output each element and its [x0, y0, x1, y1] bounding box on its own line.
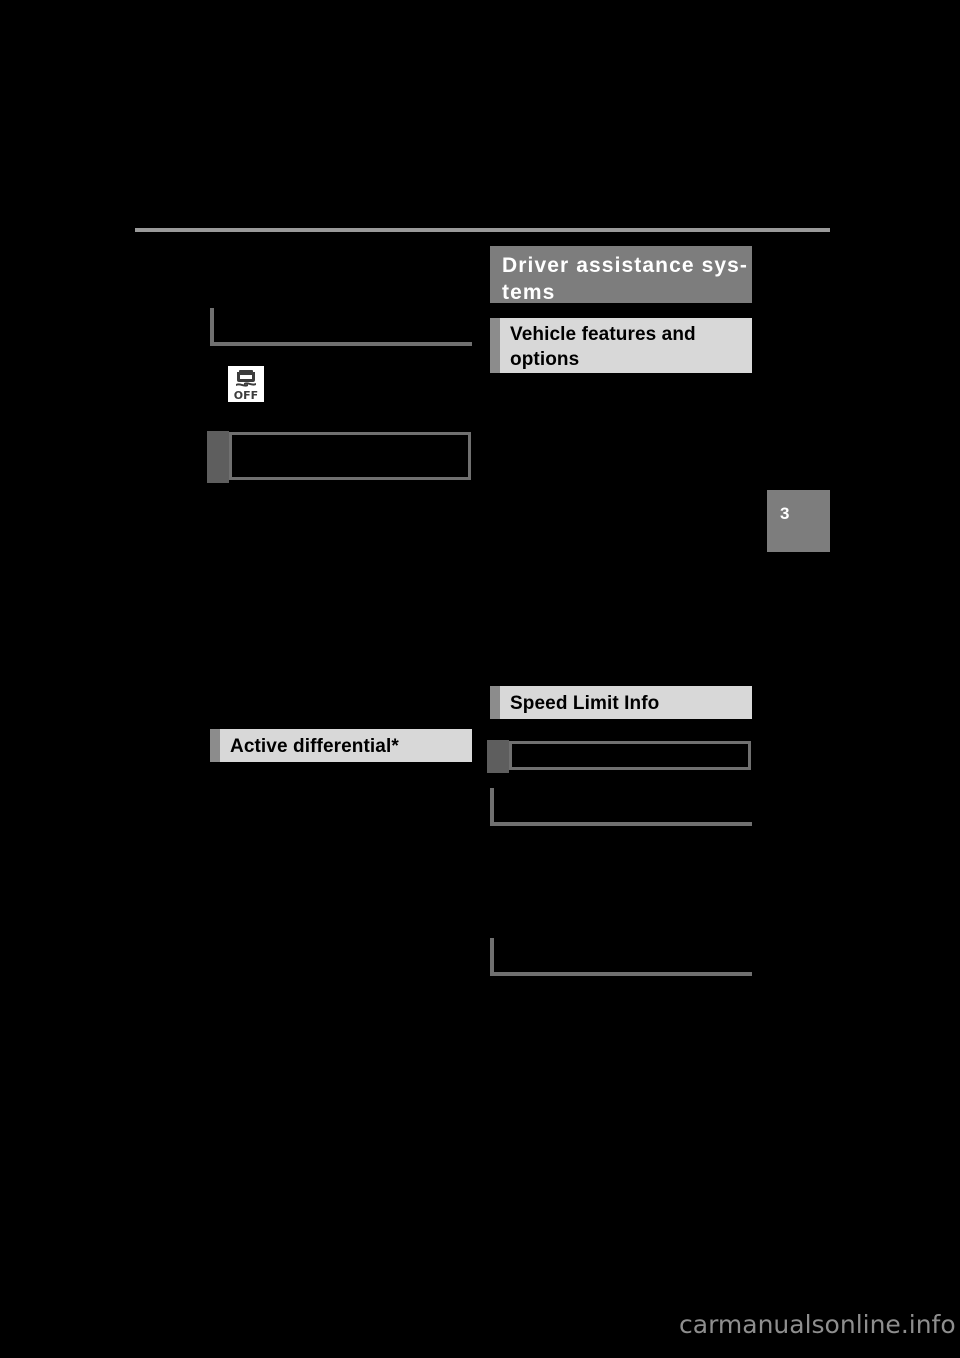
warning-box-right-1	[487, 740, 751, 773]
warning-box-tab	[207, 431, 229, 483]
chapter-title-bar: Driver assistance sys- tems	[490, 246, 752, 304]
warning-box-left-1	[207, 431, 471, 483]
section-heading-active-differential: Active differential*	[210, 729, 472, 762]
watermark: carmanualsonline.info	[679, 1310, 956, 1339]
page-number: 3	[780, 504, 790, 523]
chapter-title-line-1: Driver assistance sys-	[502, 254, 749, 277]
chapter-title-line-2: tems	[502, 281, 556, 304]
header-rule	[135, 228, 830, 232]
notice-rule-left-1	[210, 308, 472, 346]
section-heading-line-2: options	[510, 349, 580, 370]
section-heading-label: Active differential*	[230, 736, 399, 757]
notice-rule-right-1	[490, 788, 752, 826]
section-heading-speed-limit-info: Speed Limit Info	[490, 686, 752, 719]
warning-box-frame	[229, 432, 471, 480]
section-heading-vehicle-features-and-options: Vehicle features and options	[490, 318, 752, 373]
section-heading-line-1: Vehicle features and	[510, 324, 696, 345]
vsc-off-indicator-icon: OFF	[228, 366, 264, 402]
vsc-off-indicator-label: OFF	[234, 389, 258, 402]
section-heading-label: Speed Limit Info	[510, 693, 660, 714]
warning-box-frame	[509, 741, 751, 770]
notice-rule-right-2	[490, 938, 752, 976]
manual-page: Driver assistance sys- tems Vehicle feat…	[0, 0, 960, 1358]
warning-box-tab	[487, 740, 509, 773]
page-number-tab: 3	[767, 490, 830, 552]
